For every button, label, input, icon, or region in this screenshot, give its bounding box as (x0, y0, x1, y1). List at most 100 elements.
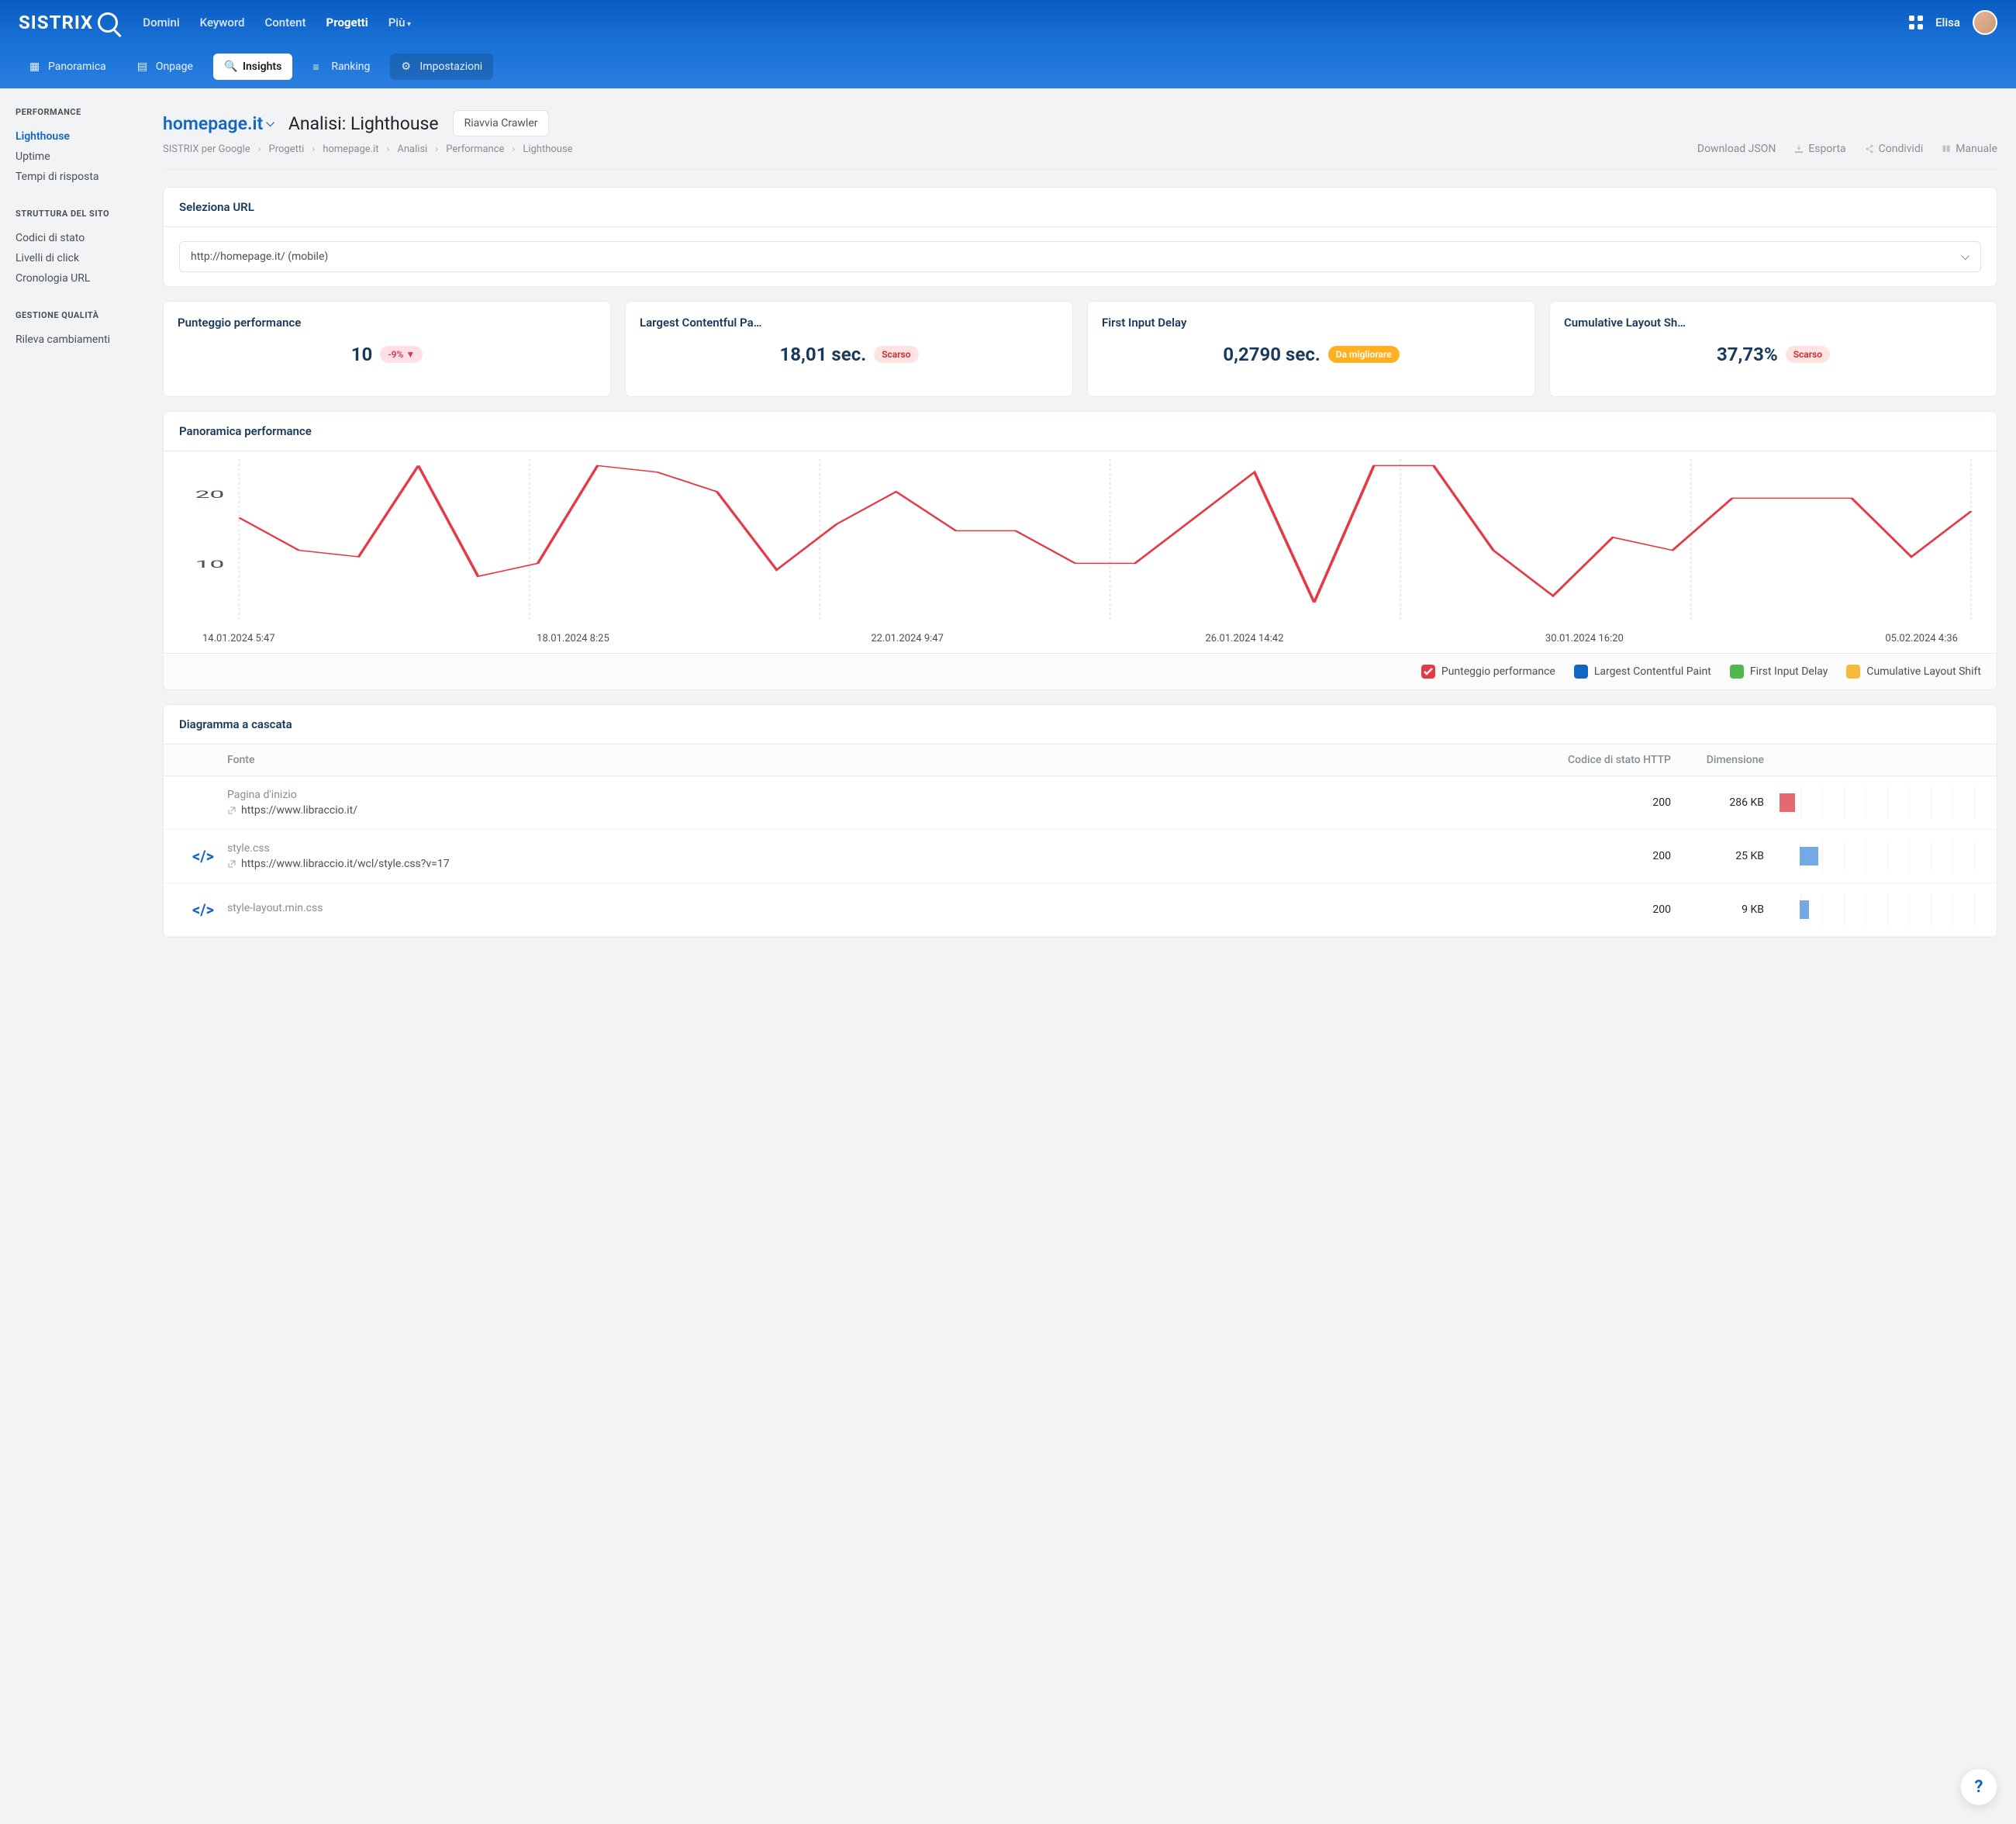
timeline-bar (1800, 847, 1818, 865)
apps-grid-icon[interactable] (1909, 16, 1923, 29)
table-header: Fonte Codice di stato HTTP Dimensione (164, 744, 1997, 776)
sidebar: PERFORMANCELighthouseUptimeTempi di risp… (0, 88, 144, 1824)
main-content: homepage.it⌵ Analisi: Lighthouse Riavvia… (144, 88, 2016, 1824)
subnav-ranking[interactable]: ≡Ranking (302, 54, 381, 80)
share-icon (1865, 144, 1874, 154)
kpi-value: 10 (351, 344, 373, 365)
table-row[interactable]: </>style.csshttps://www.libraccio.it/wcl… (164, 830, 1997, 883)
book-icon (1942, 144, 1951, 154)
topnav-link-keyword[interactable]: Keyword (200, 16, 245, 29)
kpi-card[interactable]: Largest Contentful Pa…18,01 sec.Scarso (625, 301, 1073, 397)
subnav-impostazioni[interactable]: ⚙Impostazioni (390, 54, 493, 80)
file-size: 25 KB (1671, 850, 1764, 862)
export-link[interactable]: Esporta (1794, 143, 1845, 155)
table-row[interactable]: Pagina d'inizio https://www.libraccio.it/… (164, 776, 1997, 830)
topnav-link-domini[interactable]: Domini (143, 16, 179, 29)
kpi-card[interactable]: Punteggio performance10-9% ▼ (163, 301, 611, 397)
kpi-badge: Scarso (1786, 346, 1830, 363)
breadcrumb-item[interactable]: Analisi (397, 143, 427, 155)
kpi-title: Cumulative Layout Sh… (1564, 316, 1983, 330)
user-name[interactable]: Elisa (1935, 16, 1960, 29)
x-axis-label: 26.01.2024 14:42 (1205, 633, 1283, 644)
legend-swatch (1574, 665, 1588, 679)
chart-title: Panoramica performance (164, 412, 1997, 451)
source-name: Pagina d'inizio (227, 789, 1562, 801)
timeline-bar (1800, 900, 1809, 919)
sidebar-link-cronologia-url[interactable]: Cronologia URL (16, 268, 129, 288)
chevron-down-icon: ⌵ (1961, 250, 1969, 263)
page-icon: ▤ (137, 60, 150, 73)
source-name: style-layout.min.css (227, 902, 1562, 914)
x-axis-label: 05.02.2024 4:36 (1885, 633, 1958, 644)
download-icon (1794, 144, 1804, 154)
brand-logo[interactable]: SISTRIX (19, 12, 118, 33)
page-title: Analisi: Lighthouse (288, 113, 439, 134)
sidebar-link-lighthouse[interactable]: Lighthouse (16, 126, 129, 147)
table-row[interactable]: </> style-layout.min.css2009 KB (164, 883, 1997, 937)
kpi-badge: Da migliorare (1328, 346, 1400, 363)
http-status: 200 (1562, 796, 1671, 809)
sidebar-link-uptime[interactable]: Uptime (16, 147, 129, 167)
dashboard-icon: ▦ (29, 60, 42, 73)
breadcrumb-item[interactable]: homepage.it (323, 143, 378, 155)
avatar[interactable] (1973, 10, 1997, 35)
top-nav: SISTRIX Domini Keyword Content Progetti Più … (0, 0, 2016, 45)
domain-selector[interactable]: homepage.it⌵ (163, 113, 274, 134)
legend-item[interactable]: First Input Delay (1730, 665, 1828, 679)
sidebar-link-codici-di-stato[interactable]: Codici di stato (16, 228, 129, 248)
kpi-value: 37,73% (1717, 344, 1778, 365)
restart-crawler-button[interactable]: Riavvia Crawler (453, 110, 550, 136)
sidebar-heading: STRUTTURA DEL SITO (16, 209, 129, 219)
share-link[interactable]: Condividi (1865, 143, 1924, 155)
kpi-title: Largest Contentful Pa… (640, 316, 1058, 330)
breadcrumb-item[interactable]: Lighthouse (523, 143, 572, 155)
waterfall-title: Diagramma a cascata (164, 705, 1997, 744)
breadcrumb-item[interactable]: Performance (446, 143, 504, 155)
url-select-dropdown[interactable]: http://homepage.it/ (mobile) ⌵ (179, 241, 1981, 272)
external-link-icon (227, 859, 236, 869)
download-json-link[interactable]: Download JSON (1697, 143, 1776, 155)
sidebar-link-tempi-di-risposta[interactable]: Tempi di risposta (16, 167, 129, 187)
legend-item[interactable]: Punteggio performance (1421, 665, 1555, 679)
source-url[interactable]: https://www.libraccio.it/wcl/style.css?v… (227, 858, 1562, 870)
x-axis-label: 30.01.2024 16:20 (1545, 633, 1624, 644)
breadcrumb: SISTRIX per Google›Progetti›homepage.it›… (163, 143, 1697, 155)
breadcrumb-item[interactable]: Progetti (269, 143, 305, 155)
kpi-card[interactable]: Cumulative Layout Sh… 37,73% Scarso (1549, 301, 1997, 397)
kpi-card[interactable]: First Input Delay 0,2790 sec. Da migliorar… (1087, 301, 1535, 397)
topnav-link-content[interactable]: Content (265, 16, 306, 29)
legend-item[interactable]: Largest Contentful Paint (1574, 665, 1711, 679)
source-name: style.css (227, 842, 1562, 855)
subnav-insights[interactable]: 🔍Insights (213, 54, 292, 80)
performance-chart-card: Panoramica performance 20 10 14.01.2024 … (163, 411, 1997, 690)
topnav-link-progetti[interactable]: Progetti (326, 16, 368, 29)
kpi-badge: Scarso (874, 346, 918, 363)
x-axis-label: 18.01.2024 8:25 (537, 633, 609, 644)
sub-nav: ▦Panoramica ▤Onpage 🔍Insights ≡Ranking ⚙Impo… (0, 45, 2016, 88)
legend-item[interactable]: Cumulative Layout Shift (1846, 665, 1981, 679)
legend-swatch (1421, 665, 1435, 679)
source-url[interactable]: https://www.libraccio.it/ (227, 804, 1562, 817)
code-icon: </> (192, 900, 214, 919)
file-size: 9 KB (1671, 903, 1764, 916)
timeline-bar (1780, 793, 1795, 812)
subnav-panoramica[interactable]: ▦Panoramica (19, 54, 117, 80)
help-button[interactable]: ? (1960, 1768, 1997, 1805)
search-icon: 🔍 (224, 60, 236, 73)
http-status: 200 (1562, 850, 1671, 862)
topnav-link-più[interactable]: Più ▾ (388, 16, 411, 29)
sidebar-link-livelli-di-click[interactable]: Livelli di click (16, 248, 129, 268)
legend-swatch (1730, 665, 1744, 679)
subnav-onpage[interactable]: ▤Onpage (126, 54, 204, 80)
kpi-badge: -9% ▼ (380, 346, 423, 363)
breadcrumb-item[interactable]: SISTRIX per Google (163, 143, 250, 155)
external-link-icon (227, 806, 236, 815)
svg-text:20: 20 (195, 489, 225, 500)
sidebar-link-rileva-cambiamenti[interactable]: Rileva cambiamenti (16, 330, 129, 350)
http-status: 200 (1562, 903, 1671, 916)
kpi-value: 0,2790 sec. (1223, 344, 1320, 365)
kpi-title: First Input Delay (1102, 316, 1521, 330)
x-axis-label: 14.01.2024 5:47 (202, 633, 275, 644)
manual-link[interactable]: Manuale (1942, 143, 1997, 155)
url-select-card: Seleziona URL http://homepage.it/ (mobil… (163, 187, 1997, 287)
